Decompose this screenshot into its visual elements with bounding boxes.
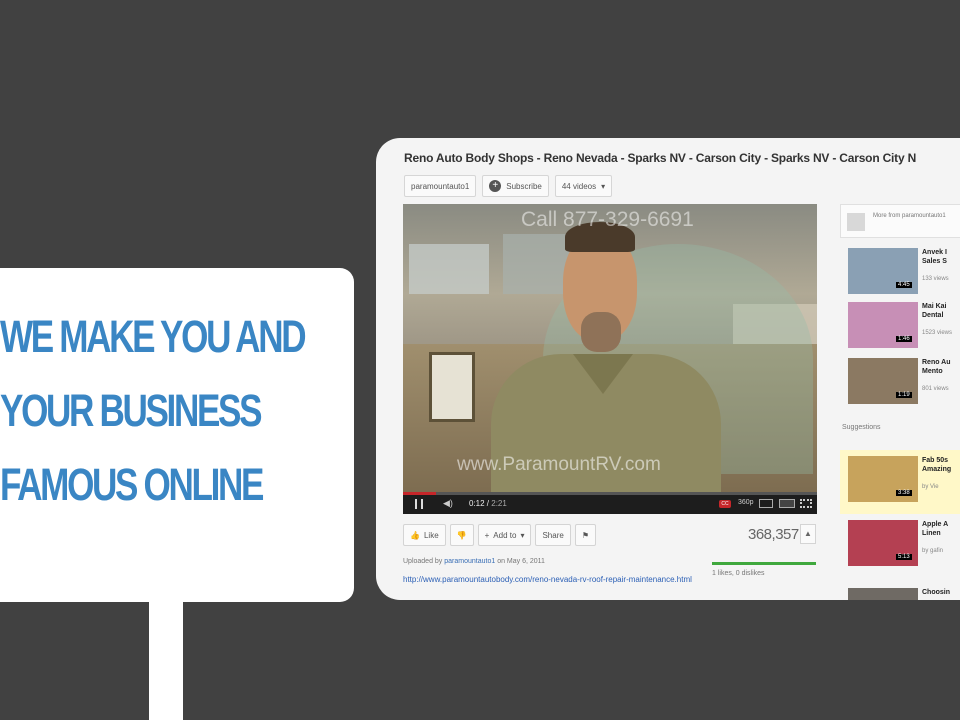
- related-video-meta: 1523 views: [922, 330, 953, 336]
- related-video-title: Reno Au Mento: [922, 358, 960, 376]
- tagline-line-1: WE MAKE YOU AND: [0, 311, 307, 362]
- description-link[interactable]: http://www.paramountautobody.com/reno-ne…: [403, 574, 693, 585]
- subscribe-button[interactable]: + Subscribe: [482, 175, 549, 197]
- related-video-meta: 801 views: [922, 386, 949, 392]
- related-video-title: Choosin: [922, 588, 960, 597]
- overlay-phone-number: Call 877-329-6691: [521, 208, 694, 231]
- share-button[interactable]: Share: [535, 524, 571, 546]
- flag-icon: ⚑: [581, 530, 589, 540]
- upload-date: on May 6, 2011: [497, 558, 545, 565]
- channel-toolbar: paramountauto1 + Subscribe 44 videos ▾: [404, 175, 613, 197]
- progress-bar[interactable]: [403, 492, 817, 495]
- related-video-title: Anvek I Sales S: [922, 248, 960, 266]
- video-thumbnail: [848, 588, 918, 600]
- related-video-title: Fab 50s Amazing: [922, 456, 960, 474]
- like-button[interactable]: 👍 Like: [403, 524, 446, 546]
- related-title-line: Apple A: [922, 521, 949, 528]
- related-title-line: Amazing: [922, 466, 952, 473]
- uploader-link[interactable]: paramountauto1: [444, 558, 495, 565]
- tagline: WE MAKE YOU AND YOUR BUSINESS FAMOUS ONL…: [0, 300, 352, 522]
- scene-framed-picture: [429, 352, 475, 422]
- share-label: Share: [542, 530, 564, 540]
- thumbs-down-icon: 👎: [456, 530, 467, 540]
- related-title-line: Sales S: [922, 258, 947, 265]
- related-title-line: Dental: [922, 312, 944, 319]
- related-title-line: Mai Kai: [922, 303, 947, 310]
- presenter-beard: [581, 312, 621, 352]
- more-from-label: More from paramountauto1: [873, 213, 946, 219]
- related-video-item[interactable]: 1:46 Mai Kai Dental 1523 views: [848, 302, 960, 348]
- small-player-icon[interactable]: [759, 499, 773, 508]
- related-video-title: Mai Kai Dental: [922, 302, 960, 320]
- scene-window: [409, 244, 489, 294]
- current-time: 0:12: [469, 499, 485, 508]
- chevron-down-icon: ▾: [601, 181, 606, 191]
- thumbnail-duration: 3:38: [896, 490, 912, 496]
- video-title: Reno Auto Body Shops - Reno Nevada - Spa…: [404, 151, 917, 165]
- related-title-line: Mento: [922, 368, 943, 375]
- uploaded-by-label: Uploaded by: [403, 558, 443, 565]
- related-title-line: Choosin: [922, 589, 950, 596]
- subscribe-label: Subscribe: [506, 181, 542, 191]
- stats-icon[interactable]: ▲: [800, 524, 816, 544]
- large-player-icon[interactable]: [779, 499, 795, 508]
- add-to-button[interactable]: + Add to ▾: [477, 524, 532, 546]
- related-video-item[interactable]: Choosin: [848, 588, 960, 600]
- thumbs-up-icon: 👍: [410, 530, 420, 540]
- thumbnail-duration: 1:46: [896, 336, 912, 342]
- action-bar: 👍 Like 👎 + Add to ▾ Share ⚑: [403, 524, 596, 546]
- avatar: [847, 213, 865, 231]
- tagline-line-2: YOUR BUSINESS: [0, 385, 263, 436]
- thumbnail-duration: 5:13: [896, 554, 912, 560]
- video-page-screen: Reno Auto Body Shops - Reno Nevada - Spa…: [376, 138, 960, 600]
- video-player[interactable]: Call 877-329-6691 www.ParamountRV.com ◀)…: [403, 204, 817, 514]
- overlay-website: www.ParamountRV.com: [457, 454, 661, 475]
- duration: 2:21: [491, 499, 507, 508]
- upload-info: Uploaded by paramountauto1 on May 6, 201…: [403, 558, 545, 565]
- progress-fill: [403, 492, 437, 495]
- thumbnail-duration: 4:45: [896, 282, 912, 288]
- flag-button[interactable]: ⚑: [574, 524, 596, 546]
- channel-button[interactable]: paramountauto1: [404, 175, 477, 197]
- related-video-meta: by Vie: [922, 484, 939, 490]
- thumbnail-duration: 1:19: [896, 392, 912, 398]
- likes-text: 1 likes, 0 dislikes: [712, 570, 765, 577]
- related-video-title: Apple A Linen: [922, 520, 960, 538]
- videos-dropdown[interactable]: 44 videos ▾: [554, 175, 613, 197]
- plus-icon: +: [484, 530, 490, 540]
- player-controls: ◀) 0:12 / 2:21 CC 360p: [403, 492, 817, 514]
- related-title-line: Reno Au: [922, 359, 951, 366]
- quality-button[interactable]: 360p: [738, 499, 754, 506]
- related-video-item[interactable]: 1:19 Reno Au Mento 801 views: [848, 358, 960, 404]
- related-video-meta: by gafin: [922, 548, 944, 554]
- videos-label: 44 videos: [561, 181, 597, 191]
- like-label: Like: [423, 530, 439, 540]
- like-ratio-bar: [712, 562, 816, 565]
- sign-post: [149, 600, 183, 720]
- tagline-line-3: FAMOUS ONLINE: [0, 459, 264, 510]
- view-count: 368,357: [748, 526, 799, 543]
- related-video-meta: 133 views: [922, 276, 949, 282]
- chevron-down-icon: ▾: [520, 530, 525, 540]
- volume-icon[interactable]: ◀): [443, 498, 453, 509]
- related-title-line: Anvek I: [922, 249, 947, 256]
- more-from-channel[interactable]: More from paramountauto1: [840, 204, 960, 238]
- add-to-label: Add to: [493, 530, 517, 540]
- dislike-button[interactable]: 👎: [449, 524, 474, 546]
- channel-name: paramountauto1: [411, 181, 470, 191]
- time-display: 0:12 / 2:21: [469, 499, 507, 508]
- pause-icon[interactable]: [415, 499, 423, 509]
- related-title-line: Linen: [922, 530, 941, 537]
- fullscreen-icon[interactable]: [800, 499, 812, 508]
- related-video-item[interactable]: 5:13 Apple A Linen by gafin: [848, 520, 960, 566]
- related-video-item[interactable]: 4:45 Anvek I Sales S 133 views: [848, 248, 960, 294]
- captions-button[interactable]: CC: [719, 500, 731, 508]
- related-video-item[interactable]: 3:38 Fab 50s Amazing by Vie: [848, 456, 960, 502]
- related-title-line: Fab 50s: [922, 457, 949, 464]
- plus-icon: +: [489, 180, 502, 192]
- suggestions-label: Suggestions: [842, 424, 881, 431]
